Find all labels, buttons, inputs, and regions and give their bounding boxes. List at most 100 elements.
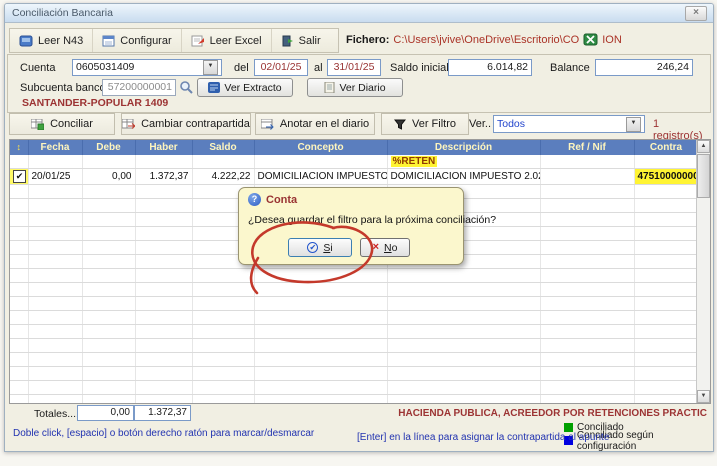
vertical-scrollbar[interactable]: ▲ ▼ — [696, 140, 710, 403]
cell-fecha[interactable]: 20/01/25 — [28, 169, 82, 185]
total-debe: 0,00 — [77, 405, 134, 421]
table-row — [10, 283, 698, 297]
filter-icon — [394, 119, 406, 130]
close-icon[interactable]: × — [685, 6, 707, 21]
row-checkbox[interactable]: ✔ — [13, 170, 26, 183]
subcuenta-field[interactable]: 57200000001 — [102, 79, 176, 96]
table-row — [10, 311, 698, 325]
col-contra[interactable]: Contra — [634, 140, 698, 155]
excel-file-icon — [583, 33, 598, 46]
col-fecha[interactable]: Fecha — [28, 140, 82, 155]
balance-field[interactable]: 246,24 — [595, 59, 693, 76]
subcuenta-label: Subcuenta banco — [20, 82, 106, 94]
cambiar-contrapartida-label: Cambiar contrapartida — [141, 118, 250, 130]
cell-ref-nif[interactable] — [540, 169, 634, 185]
yes-check-icon: ✔ — [307, 242, 318, 253]
cambiar-contrapartida-button[interactable]: Cambiar contrapartida — [121, 113, 251, 135]
scroll-up-icon[interactable]: ▲ — [697, 140, 710, 153]
filter-chip: %RETEN — [391, 156, 438, 167]
del-label: del — [234, 62, 249, 74]
sort-icon: ↕ — [17, 142, 22, 152]
scroll-thumb[interactable] — [697, 154, 710, 198]
col-ref-nif[interactable]: Ref / Nif — [540, 140, 634, 155]
ver-label: Ver.. — [469, 118, 491, 130]
cell-contra[interactable]: 47510000000 — [634, 169, 698, 185]
leer-n43-button[interactable]: Leer N43 — [10, 29, 93, 52]
ver-diario-button[interactable]: Ver Diario — [307, 78, 403, 97]
salir-button[interactable]: Salir — [272, 29, 330, 52]
ver-value: Todos — [497, 118, 525, 131]
leer-n43-label: Leer N43 — [38, 35, 83, 47]
search-icon[interactable] — [179, 80, 194, 95]
excel-arrow-icon — [191, 35, 205, 47]
disk-icon — [19, 35, 33, 47]
cambiar-icon — [122, 119, 135, 130]
save-filter-dialog: ? Conta ¿Desea guardar el filtro para la… — [238, 187, 464, 265]
conciliar-label: Conciliar — [50, 118, 93, 130]
col-descripcion[interactable]: Descripción — [387, 140, 540, 155]
scroll-down-icon[interactable]: ▼ — [697, 390, 710, 403]
table-row — [10, 325, 698, 339]
chevron-down-icon[interactable]: ▼ — [203, 60, 218, 75]
fichero-path: C:\Users\jvive\OneDrive\Escritorio\CO — [393, 34, 579, 46]
configurar-label: Configurar — [120, 35, 171, 47]
leer-excel-label: Leer Excel — [210, 35, 262, 47]
cell-debe[interactable]: 0,00 — [82, 169, 135, 185]
cell-saldo[interactable]: 4.222,22 — [192, 169, 254, 185]
salir-label: Salir — [299, 35, 321, 47]
cuenta-label: Cuenta — [20, 62, 55, 74]
grid-header-row: ↕ Fecha Debe Haber Saldo Concepto Descri… — [10, 140, 698, 155]
balance-label: Balance — [550, 62, 590, 74]
app-window: Conciliación Bancaria × Leer N43 Configu… — [4, 3, 714, 452]
main-toolbar: Leer N43 Configurar Leer Excel Salir — [9, 28, 339, 53]
table-row[interactable]: ✔ 20/01/25 0,00 1.372,37 4.222,22 DOMICI… — [10, 169, 698, 185]
saldo-inicial-field[interactable]: 6.014,82 — [448, 59, 532, 76]
cuenta-select[interactable]: 0605031409 ▼ — [72, 59, 222, 76]
no-cross-icon: × — [373, 242, 379, 253]
table-row — [10, 395, 698, 405]
ver-select[interactable]: Todos ▼ — [493, 115, 645, 133]
col-saldo[interactable]: Saldo — [192, 140, 254, 155]
anotar-diario-button[interactable]: Anotar en el diario — [255, 113, 375, 135]
ver-extracto-button[interactable]: Ver Extracto — [197, 78, 293, 97]
yes-button[interactable]: ✔ Si — [288, 238, 352, 257]
grid-table: ↕ Fecha Debe Haber Saldo Concepto Descri… — [10, 140, 699, 404]
ver-extracto-label: Ver Extracto — [224, 82, 281, 94]
no-button[interactable]: × No — [360, 238, 410, 257]
table-row — [10, 297, 698, 311]
anotar-icon — [261, 119, 274, 130]
table-row — [10, 353, 698, 367]
configurar-button[interactable]: Configurar — [93, 29, 181, 52]
ver-filtro-label: Ver Filtro — [412, 118, 456, 130]
titlebar: Conciliación Bancaria × — [5, 4, 713, 23]
col-concepto[interactable]: Concepto — [254, 140, 387, 155]
cell-concepto[interactable]: DOMICILIACION IMPUESTO 2.024 — [254, 169, 387, 185]
filter-row[interactable]: %RETEN — [10, 155, 698, 169]
date-to-field[interactable]: 31/01/25 — [327, 59, 381, 76]
leer-excel-button[interactable]: Leer Excel — [182, 29, 272, 52]
green-square-icon — [564, 423, 573, 432]
settings-window-icon — [102, 35, 115, 47]
ver-filtro-button[interactable]: Ver Filtro — [381, 113, 469, 135]
dialog-message: ¿Desea guardar el filtro para la próxima… — [248, 214, 496, 226]
cell-haber[interactable]: 1.372,37 — [135, 169, 192, 185]
yes-label: Si — [323, 242, 332, 254]
table-row — [10, 269, 698, 283]
total-haber: 1.372,37 — [134, 405, 191, 421]
date-from-field[interactable]: 02/01/25 — [254, 59, 308, 76]
col-debe[interactable]: Debe — [82, 140, 135, 155]
window-title: Conciliación Bancaria — [12, 7, 113, 19]
conciliar-icon — [31, 119, 44, 130]
anotar-diario-label: Anotar en el diario — [280, 118, 369, 130]
sort-icon-header[interactable]: ↕ — [10, 140, 28, 155]
screen: Conciliación Bancaria × Leer N43 Configu… — [0, 0, 717, 466]
conciliar-button[interactable]: Conciliar — [9, 113, 115, 135]
no-label: No — [384, 242, 397, 254]
chevron-down-icon[interactable]: ▼ — [626, 117, 641, 132]
bank-name: SANTANDER-POPULAR 1409 — [22, 97, 168, 109]
actions-toolbar: Conciliar Cambiar contrapartida Anotar e… — [9, 113, 711, 136]
fichero-label: Fichero: — [346, 34, 389, 46]
cell-descripcion[interactable]: DOMICILIACION IMPUESTO 2.024 RETEN — [387, 169, 540, 185]
al-label: al — [314, 62, 323, 74]
col-haber[interactable]: Haber — [135, 140, 192, 155]
